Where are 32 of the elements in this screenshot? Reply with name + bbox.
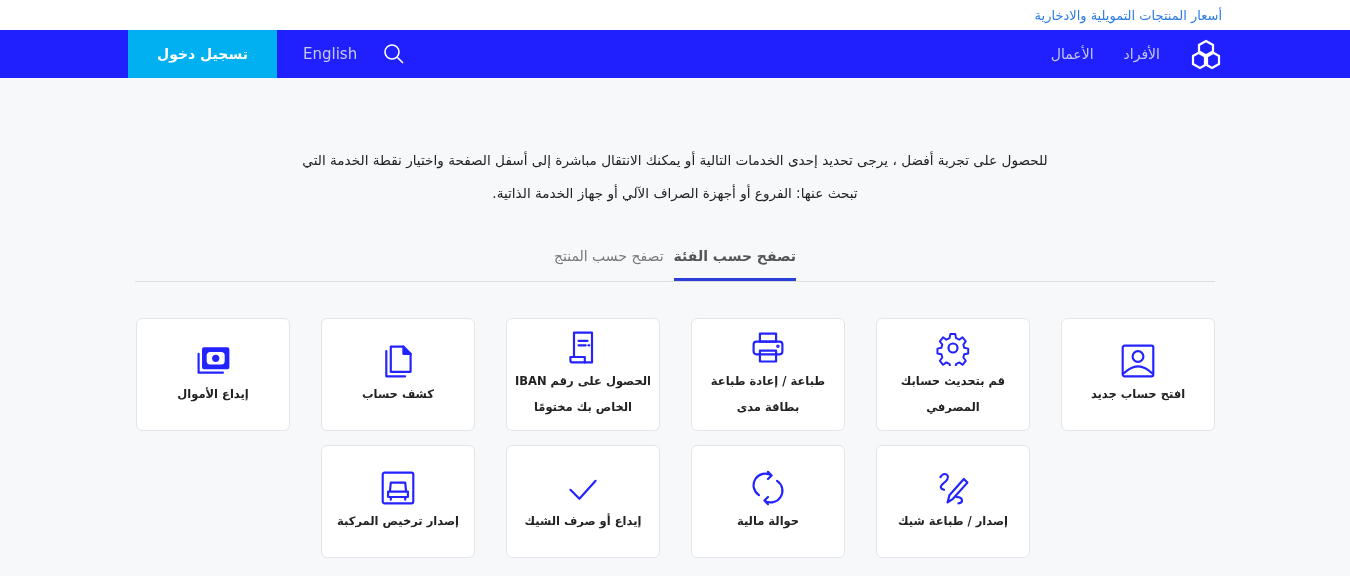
language-link[interactable]: English	[303, 45, 358, 63]
service-label: إصدار ترخيص المركبة	[337, 512, 459, 530]
service-label: افتح حساب جديد	[1090, 385, 1186, 403]
service-card[interactable]: إصدار / طباعة شيك	[876, 445, 1030, 558]
service-label: قم بتحديث حسابك المصرفي	[899, 372, 1007, 416]
service-label: إيداع الأموال	[177, 385, 249, 404]
service-label: الحصول على رقم IBAN الخاص بك مختومًا	[514, 372, 652, 417]
intro-text: للحصول على تجربة أفضل ، يرجى تحديد إحدى الخدمات التالية أو يمكنك الانتقال مباشرة إلى أسفل الصفحة واختيار نقطة الخدمة التي تبحث عنها: الفروع أو أجهزة الصراف الآلي أو جهاز الخدمة الذاتية.	[301, 150, 1049, 204]
nav-link[interactable]: الأفراد	[1123, 46, 1160, 62]
service-card[interactable]: إيداع الأموال	[136, 318, 290, 431]
nav-link[interactable]: الأعمال	[1050, 46, 1094, 62]
tab[interactable]: تصفح حسب الفئة	[673, 240, 797, 281]
service-label: إيداع أو صرف الشيك	[524, 512, 642, 531]
service-label: حوالة مالية	[736, 512, 800, 531]
search-icon[interactable]	[383, 43, 406, 65]
top-link[interactable]: أسعار المنتجات التمويلية والادخارية	[1034, 7, 1222, 23]
service-card[interactable]: الحصول على رقم IBAN الخاص بك مختومًا	[506, 318, 660, 431]
refresh-icon	[750, 469, 786, 506]
tab[interactable]: تصفح حسب المنتج	[553, 240, 664, 281]
service-card[interactable]: كشف حساب	[321, 318, 475, 431]
service-label: إصدار / طباعة شيك	[898, 512, 1008, 530]
service-card[interactable]: حوالة مالية	[691, 445, 845, 558]
person-icon	[1120, 342, 1156, 379]
service-card[interactable]: طباعة / إعادة طباعة بطاقة مدى	[691, 318, 845, 431]
service-card[interactable]: إصدار ترخيص المركبة	[321, 445, 475, 558]
service-label: كشف حساب	[362, 385, 434, 403]
service-card[interactable]: قم بتحديث حسابك المصرفي	[876, 318, 1030, 431]
service-card[interactable]: افتح حساب جديد	[1061, 318, 1215, 431]
service-label: طباعة / إعادة طباعة بطاقة مدى	[709, 372, 827, 416]
service-card[interactable]: إيداع أو صرف الشيك	[506, 445, 660, 558]
logo-icon[interactable]	[1190, 38, 1222, 70]
car-icon	[380, 469, 416, 506]
